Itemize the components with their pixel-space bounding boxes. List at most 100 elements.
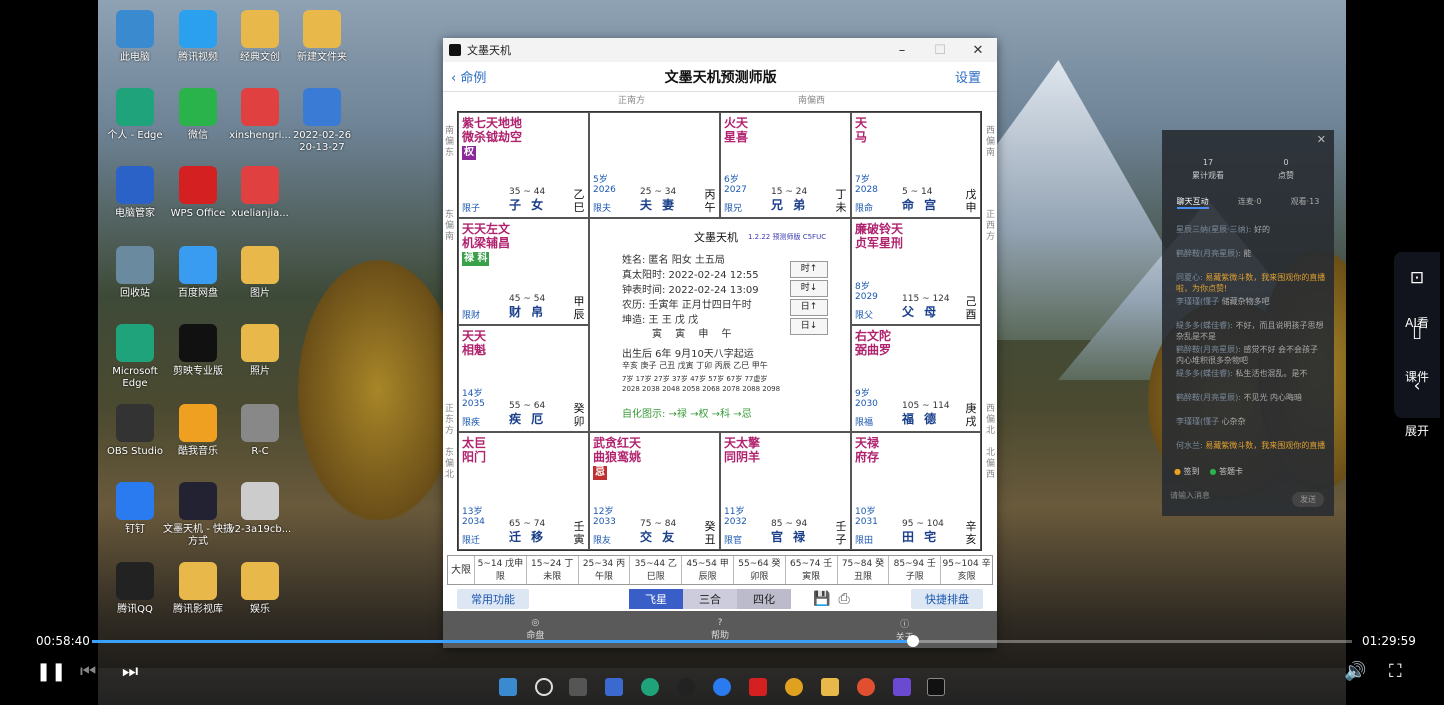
edge-taskbar-icon[interactable] [641,678,659,696]
desktop-icon[interactable]: R-C [224,404,296,458]
start-icon[interactable] [499,678,517,696]
wenmo-taskbar-icon[interactable] [927,678,945,696]
tab-help[interactable]: ? 帮助 [711,618,729,641]
palace-cell[interactable]: 天天左文 机梁辅昌禄 科 45 ~ 54 财 帛限财 甲辰 [458,218,589,325]
pause-button[interactable]: ❚❚ [36,661,66,682]
daxian-item[interactable]: 35~44 乙巳限 [629,556,681,584]
daxian-item[interactable]: 65~74 壬寅限 [784,556,837,584]
desktop-icon[interactable]: 电脑管家 [99,166,171,220]
answer-card-button[interactable]: ● 答题卡 [1210,466,1244,477]
common-functions-button[interactable]: 常用功能 [457,589,529,609]
desktop-icon[interactable]: 腾讯QQ [99,562,171,616]
desktop-icon[interactable]: xuelianjia... [224,166,296,220]
dingtalk-taskbar-icon[interactable] [713,678,731,696]
desktop-icon[interactable]: OBS Studio [99,404,171,458]
palace-cell[interactable]: 5岁 2026 25 ~ 34 夫 妻限夫 丙午 [589,112,720,218]
video-player[interactable]: 此电脑 腾讯视频 经典文创 新建文件夹 个人 - Edge 微信 xinshengri...… [0,0,1444,705]
day-down-button[interactable]: 日↓ [790,318,828,335]
desktop-icon[interactable]: 此电脑 [99,10,171,64]
daxian-item[interactable]: 75~84 癸丑限 [836,556,889,584]
progress-knob[interactable] [907,635,920,647]
desktop-icon[interactable]: 图片 [224,246,296,300]
desktop-icon[interactable]: 2022-02-26 20-13-27 [286,88,358,154]
palace-cell[interactable]: 天马 7岁 2028 5 ~ 14 命 宫限命 戊申 [851,112,981,218]
palace-cell[interactable]: 天太擎 同阴羊 11岁 2032 85 ~ 94 官 禄限官 壬子 [720,432,851,550]
ai-button[interactable]: ⊡ AI看 [1394,252,1440,330]
quick-chart-button[interactable]: 快捷排盘 [911,589,983,609]
volume-icon[interactable]: 🔊 [1344,661,1366,682]
palace-cell[interactable]: 廉破铃天 贞军星刑 8岁 2029 115 ~ 124 父 母限父 己酉 [851,218,981,325]
flying-star-tab[interactable]: 飞星 [629,589,683,609]
day-up-button[interactable]: 日↑ [790,299,828,316]
app-taskbar-icon[interactable] [893,678,911,696]
progress-bar[interactable] [92,635,1352,647]
palace-limit: 限夫 [593,204,612,214]
palace-cell[interactable]: 紫七天地地 微杀钺劫空权 35 ~ 44 子 女限子 乙巳 [458,112,589,218]
chat-message: 鹤醉鞍(月亮星辰): 不见光 内心晦暗 [1176,392,1326,403]
daxian-item[interactable]: 45~54 甲辰限 [681,556,733,584]
task-view-icon[interactable] [569,678,587,696]
chat-close-icon[interactable]: ✕ [1317,133,1326,146]
palace-age-year: 2033 [593,517,616,527]
folder-icon [241,246,279,284]
palace-cell[interactable]: 右文陀 弼曲罗 9岁 2030 105 ~ 114 福 德限福 庚戌 [851,325,981,432]
tab-chart[interactable]: ◎ 命盘 [526,618,544,641]
back-button[interactable]: ‹ 命例 [451,67,486,86]
desktop-icon[interactable]: v2-3a19cb... [224,482,296,536]
palace-age: 6岁 2027 [724,175,747,195]
wps-taskbar-icon[interactable] [749,678,767,696]
chat-message-text: 易藏紫微斗数，我来围观你的直播 [1205,441,1326,450]
desktop-icon[interactable]: 新建文件夹 [286,10,358,64]
daxian-item[interactable]: 95~104 辛亥限 [940,556,992,584]
hour-down-button[interactable]: 时↓ [790,280,828,297]
desktop-icon[interactable]: 照片 [224,324,296,378]
daxian-item[interactable]: 55~64 癸卯限 [732,556,785,584]
palace-cell[interactable]: 天禄 府存 10岁 2031 95 ~ 104 田 宅限田 辛亥 [851,432,981,550]
sihua-tab[interactable]: 四化 [737,589,791,609]
search-icon[interactable] [535,678,553,696]
widgets-icon[interactable] [605,678,623,696]
daxian-item[interactable]: 25~34 丙午限 [577,556,630,584]
save-icon[interactable]: 💾 [813,591,830,607]
hour-up-button[interactable]: 时↑ [790,261,828,278]
desktop-icon[interactable]: 娱乐 [224,562,296,616]
info-icon: ⓘ [900,619,910,630]
folder-icon [241,324,279,362]
print-icon[interactable]: ⎙ [838,591,849,607]
palace-age-year: 2029 [855,292,878,302]
checkin-button[interactable]: ● 签到 [1174,466,1200,477]
desktop-icon-label: R-C [251,446,269,457]
kuwo-taskbar-icon[interactable] [785,678,803,696]
chat-input[interactable]: 请输入消息 [1170,490,1210,501]
palace-name: 福 德 [902,412,940,426]
chat-tab-interact[interactable]: 聊天互动 [1176,196,1209,209]
palace-cell[interactable]: 天天 相魁 14岁 2035 55 ~ 64 疾 厄限疾 癸卯 [458,325,589,432]
palace-limit: 限父 [855,311,874,321]
daxian-item[interactable]: 15~24 丁未限 [525,556,578,584]
previous-icon[interactable]: ⏮ [80,661,96,682]
browser-taskbar-icon[interactable] [857,678,875,696]
minimize-icon[interactable]: – [883,43,921,58]
chat-tab-viewers[interactable]: 观看·13 [1291,196,1320,209]
palace-cell[interactable]: 武贪红天 曲狼鸾姚忌 12岁 2033 75 ~ 84 交 友限友 癸丑 [589,432,720,550]
app-logo-icon [449,44,461,56]
desktop-icon[interactable]: 回收站 [99,246,171,300]
obs-taskbar-icon[interactable] [677,678,695,696]
desktop-icon[interactable]: 个人 - Edge [99,88,171,142]
fullscreen-icon[interactable]: ⛶ [1389,661,1402,682]
palace-cell[interactable]: 太巨 阳门 13岁 2034 65 ~ 74 迁 移限迁 壬寅 [458,432,589,550]
desktop-icon[interactable]: Microsoft Edge [99,324,171,390]
explorer-taskbar-icon[interactable] [821,678,839,696]
daxian-item[interactable]: 85~94 壬子限 [888,556,940,584]
sanhe-tab[interactable]: 三合 [683,589,737,609]
maximize-icon[interactable]: ☐ [921,43,959,58]
close-icon[interactable]: ✕ [959,43,997,58]
desktop-icon[interactable]: 钉钉 [99,482,171,536]
daxian-item[interactable]: 5~14 戊申限 [474,556,526,584]
settings-button[interactable]: 设置 [955,67,981,86]
palace-ganzhi: 乙巳 [573,188,585,214]
next-icon[interactable]: ⏭ [122,661,138,682]
chat-tab-mic[interactable]: 连麦·0 [1238,196,1262,209]
send-button[interactable]: 发送 [1292,492,1324,507]
palace-cell[interactable]: 火天 星喜 6岁 2027 15 ~ 24 兄 弟限兄 丁未 [720,112,851,218]
